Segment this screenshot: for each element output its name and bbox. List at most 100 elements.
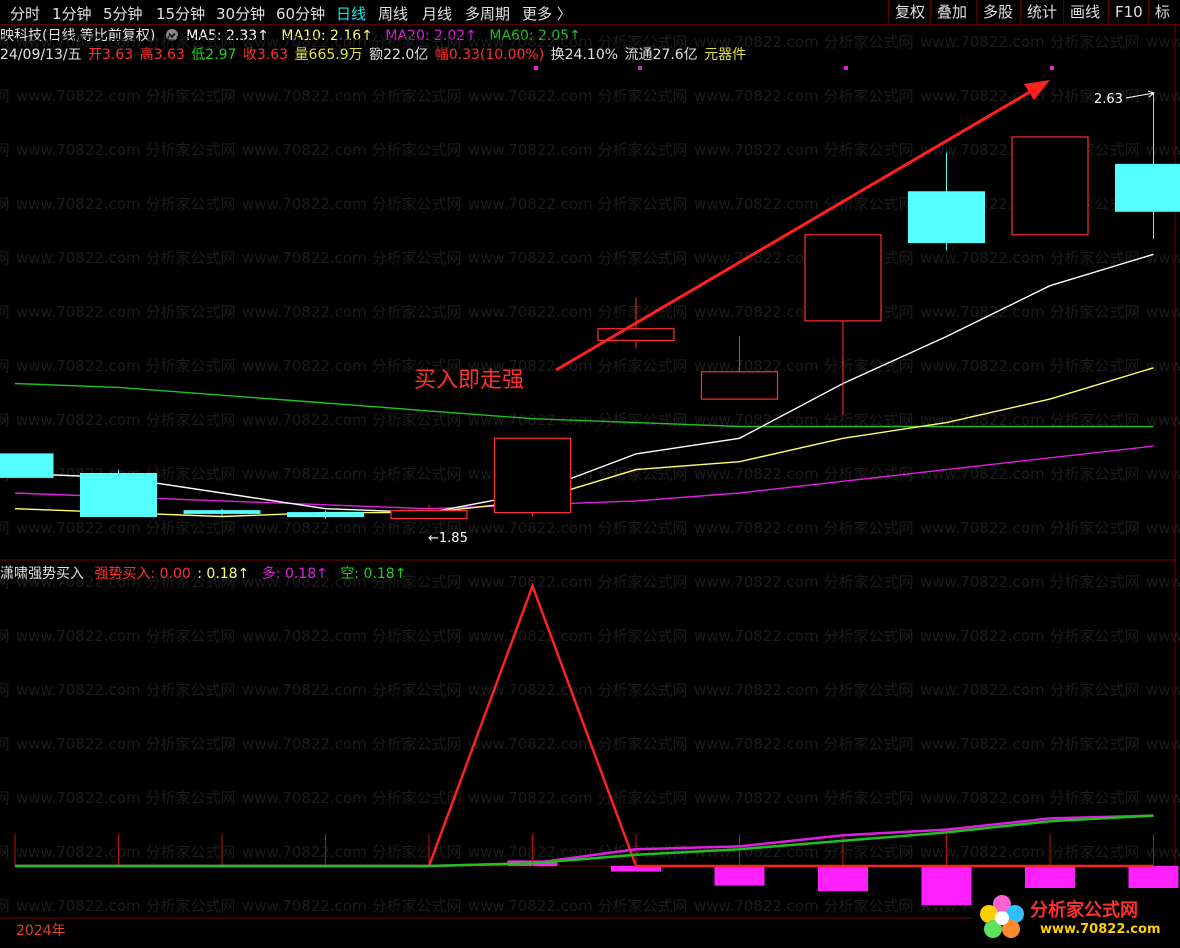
ma10-line: [14, 367, 1154, 518]
watermark-text: www.70822.com 分析家公式网: [0, 735, 10, 753]
watermark-text: www.70822.com 分析家公式网: [242, 303, 462, 321]
watermark-text: www.70822.com 分析家公式网: [16, 249, 236, 267]
logo-url: www.70822.com: [1040, 922, 1161, 937]
watermark-text: www.70822.com 分析家公式网: [0, 87, 10, 105]
watermark-text: www.70822.com 分析家公式网: [0, 681, 10, 699]
watermark-text: www.70822.com 分析家公式网: [0, 195, 10, 213]
watermark-text: www.70822.com 分析家公式网: [16, 789, 236, 807]
candle-body: [804, 234, 882, 322]
signal-dot: [1050, 66, 1054, 70]
watermark-text: www.70822.com 分析家公式网: [468, 87, 688, 105]
signal-dot: [534, 66, 538, 70]
watermark-text: www.70822.com 分析家公式网: [920, 681, 1140, 699]
watermark-text: www.70822.com 分析家公式网: [468, 141, 688, 159]
watermark-text: www.70822.com 分析家公式网: [694, 465, 914, 483]
watermark-text: www.70822.com 分析家公式网: [468, 789, 688, 807]
watermark-text: www.70822.com 分析家公式网: [16, 303, 236, 321]
watermark-text: www.70822.com 分析家公式网: [920, 573, 1140, 591]
watermark-text: www.70822.com 分析家公式网: [16, 195, 236, 213]
watermark-text: www.70822.com 分析家公式网: [920, 249, 1140, 267]
watermark-text: www.70822.com 分析家公式网: [468, 33, 688, 51]
signal-dot: [844, 66, 848, 70]
indicator-kong: 空: 0.18↑: [340, 566, 407, 582]
candle-body: [183, 510, 261, 514]
watermark-text: www.70822.com 分析家公式网: [920, 33, 1140, 51]
watermark-text: www.70822.com 分析家公式网: [242, 789, 462, 807]
watermark-text: www.70822.com 分析家公式网: [468, 681, 688, 699]
watermark-text: www.70822.com 分析家公式网: [0, 897, 10, 915]
watermark-text: www.70822.com 分析家公式网: [0, 519, 10, 537]
candle-body: [493, 437, 572, 514]
watermark-text: www.70822.com 分析家公式网: [694, 789, 914, 807]
watermark-text: www.70822.com 分析家公式网: [242, 411, 462, 429]
candle-body: [287, 512, 364, 518]
watermark-text: www.70822.com 分析家公式网: [920, 519, 1140, 537]
year-label: 2024年: [16, 923, 66, 939]
candle-body: [1011, 136, 1089, 236]
watermark-text: www.70822.com 分析家公式网: [16, 33, 236, 51]
signal-dot: [638, 66, 642, 70]
indicator-bar: [921, 866, 972, 906]
watermark-text: www.70822.com 分析家公式网: [0, 411, 10, 429]
watermark-text: www.70822.com 分析家公式网: [694, 33, 914, 51]
flower-logo-icon: [980, 895, 1024, 938]
watermark-text: www.70822.com 分析家公式网: [694, 681, 914, 699]
watermark-text: www.70822.com 分析家公式网: [468, 735, 688, 753]
logo-name: 分析家公式网: [1030, 900, 1138, 921]
watermark-text: www.70822.com 分析家公式网: [242, 681, 462, 699]
watermark-text: www.70822.com 分析家公式网: [0, 357, 10, 375]
watermark-text: www.70822.com 分析家公式网: [16, 87, 236, 105]
watermark-text: www.70822.com 分析家公式网: [694, 87, 914, 105]
watermark-text: www.70822.com 分析家公式网: [16, 357, 236, 375]
watermark-text: www.70822.com 分析家公式网: [468, 627, 688, 645]
watermark-text: www.70822.com 分析家公式网: [694, 141, 914, 159]
watermark-text: www.70822.com 分析家公式网: [16, 897, 236, 915]
watermark-text: www.70822.com 分析家公式网: [16, 843, 236, 861]
watermark-text: www.70822.com 分析家公式网: [16, 627, 236, 645]
watermark-text: www.70822.com 分析家公式网: [242, 897, 462, 915]
watermark-text: www.70822.com 分析家公式网: [920, 465, 1140, 483]
high-price-marker: 2.63: [1094, 92, 1123, 107]
watermark-text: www.70822.com 分析家公式网: [242, 33, 462, 51]
indicator-bar: [818, 866, 868, 892]
watermark-text: www.70822.com 分析家公式网: [242, 87, 462, 105]
watermark-text: www.70822.com 分析家公式网: [694, 195, 914, 213]
watermark-text: www.70822.com 分析家公式网: [16, 735, 236, 753]
watermark-text: www.70822.com 分析家公式网: [16, 141, 236, 159]
watermark-text: www.70822.com 分析家公式网: [920, 357, 1140, 375]
indicator-name: 潇啸强势买入: [0, 566, 84, 582]
watermark-text: www.70822.com 分析家公式网: [694, 519, 914, 537]
watermark-text: www.70822.com 分析家公式网: [920, 303, 1140, 321]
watermark-text: www.70822.com 分析家公式网: [468, 573, 688, 591]
watermark-text: www.70822.com 分析家公式网: [920, 789, 1140, 807]
watermark-text: www.70822.com 分析家公式网: [0, 249, 10, 267]
kline-chart: www.70822.com 分析家公式网 www.70822.com 分析家公式网…: [0, 24, 1180, 919]
watermark-text: www.70822.com 分析家公式网: [468, 249, 688, 267]
watermark-text: www.70822.com 分析家公式网: [242, 465, 462, 483]
watermark-text: www.70822.com 分析家公式网: [694, 573, 914, 591]
candle-body: [390, 510, 468, 520]
watermark-text: www.70822.com 分析家公式网: [242, 195, 462, 213]
watermark-text: www.70822.com 分析家公式网: [694, 735, 914, 753]
watermark-text: www.70822.com 分析家公式网: [0, 627, 10, 645]
watermark-text: www.70822.com 分析家公式网: [242, 249, 462, 267]
annotation-text: 买入即走强: [414, 368, 524, 393]
watermark-text: www.70822.com 分析家公式网: [468, 195, 688, 213]
watermark-text: www.70822.com 分析家公式网: [0, 303, 10, 321]
watermark-text: www.70822.com 分析家公式网: [468, 519, 688, 537]
indicator-value: : 0.18↑: [197, 566, 250, 582]
watermark-text: www.70822.com 分析家公式网: [468, 897, 688, 915]
candle-body: [1115, 163, 1180, 212]
candle-body: [908, 191, 985, 244]
candle-body: [0, 453, 54, 478]
watermark-text: www.70822.com 分析家公式网: [920, 627, 1140, 645]
watermark-text: www.70822.com 分析家公式网: [694, 627, 914, 645]
watermark-text: www.70822.com 分析家公式网: [16, 519, 236, 537]
low-price-marker: ←1.85: [428, 531, 468, 546]
watermark-text: www.70822.com 分析家公式网: [0, 33, 10, 51]
candle-body: [700, 371, 779, 400]
watermark-text: www.70822.com 分析家公式网: [0, 843, 10, 861]
watermark-text: www.70822.com 分析家公式网: [16, 411, 236, 429]
watermark-text: www.70822.com 分析家公式网: [242, 141, 462, 159]
watermark-text: www.70822.com 分析家公式网: [0, 789, 10, 807]
